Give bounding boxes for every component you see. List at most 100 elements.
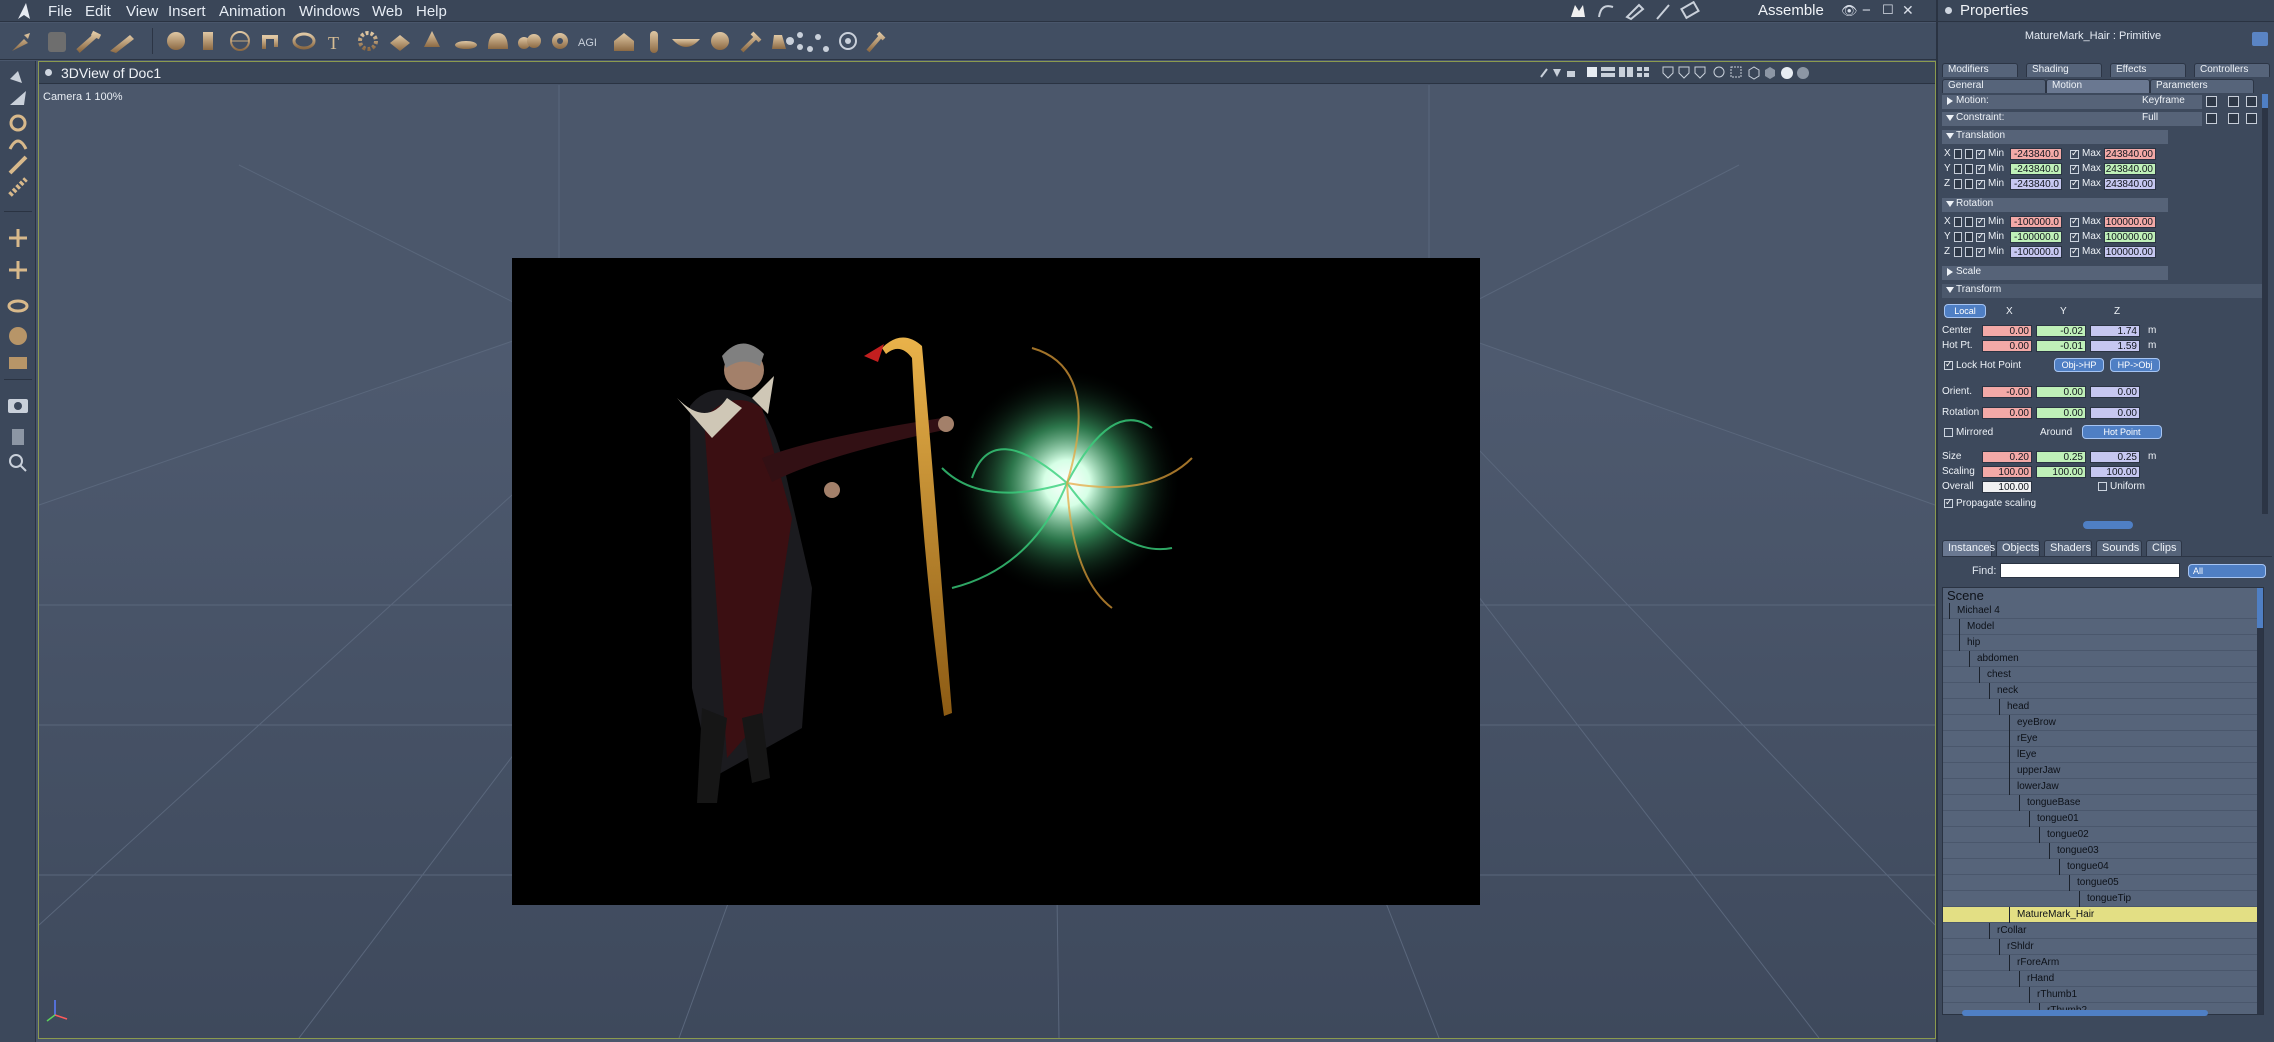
text-icon[interactable]: T — [328, 33, 339, 53]
gear-icon[interactable] — [358, 31, 378, 51]
tree-node[interactable]: hip — [1943, 635, 2263, 651]
house-icon[interactable] — [614, 33, 634, 51]
lock-hotpoint-checkbox[interactable] — [1944, 359, 1953, 370]
shield-icon[interactable] — [1662, 66, 1674, 79]
hotpoint-x-field[interactable]: 0.00 — [1982, 340, 2032, 352]
wand-icon[interactable] — [1540, 68, 1548, 78]
tree-icon[interactable] — [424, 31, 440, 47]
size-x-field[interactable]: 0.20 — [1982, 451, 2032, 463]
lock-icon[interactable] — [1954, 149, 1962, 159]
network-icon[interactable] — [807, 34, 829, 52]
menu-edit[interactable]: Edit — [85, 3, 111, 20]
compass-icon[interactable] — [1713, 66, 1725, 78]
hand-tool-icon[interactable] — [772, 35, 786, 49]
pencil-room-icon[interactable] — [1625, 3, 1645, 21]
pipe-icon[interactable] — [262, 35, 278, 49]
tree-node[interactable]: neck — [1943, 683, 2263, 699]
max-checkbox[interactable] — [2070, 246, 2079, 257]
hammer-icon[interactable] — [740, 31, 762, 53]
tab-general[interactable]: General — [1942, 79, 2046, 93]
lock-icon[interactable] — [1954, 247, 1962, 257]
tree-node[interactable]: rForeArm — [1943, 955, 2263, 971]
shaded-sphere-icon[interactable] — [1781, 67, 1793, 79]
menu-animation[interactable]: Animation — [219, 3, 286, 20]
grab-tool-icon[interactable] — [48, 32, 66, 52]
tree-node[interactable]: abdomen — [1943, 651, 2263, 667]
camera-label[interactable]: Camera 1 100% — [43, 91, 123, 103]
menu-web[interactable]: Web — [372, 3, 403, 20]
twist-tool-icon[interactable] — [8, 139, 28, 150]
tab-instances[interactable]: Instances — [1942, 540, 1995, 556]
orient-x-field[interactable]: -0.00 — [1982, 386, 2032, 398]
wrench-tool-icon[interactable] — [76, 30, 102, 53]
tab-shaders[interactable]: Shaders — [2044, 540, 2092, 556]
tree-hscroll-thumb[interactable] — [1962, 1010, 2208, 1016]
visibility-icon[interactable] — [1965, 217, 1973, 227]
menu-file[interactable]: File — [48, 3, 72, 20]
bowl-icon[interactable] — [672, 39, 700, 47]
max-checkbox[interactable] — [2070, 148, 2079, 159]
scale-section[interactable]: Scale — [1942, 266, 2168, 280]
motion-options-icon[interactable] — [2206, 96, 2217, 107]
layers-icon[interactable] — [9, 357, 27, 369]
move-tool-icon[interactable] — [10, 91, 26, 105]
tree-node[interactable]: tongue01 — [1943, 811, 2263, 827]
brush-room-icon[interactable] — [1656, 4, 1670, 20]
ruler-room-icon[interactable] — [1680, 1, 1700, 20]
cylinder-primitive-icon[interactable] — [203, 32, 213, 50]
max-checkbox[interactable] — [2070, 163, 2079, 174]
orient-z-field[interactable]: 0.00 — [2090, 386, 2140, 398]
around-select[interactable]: Hot Point — [2082, 425, 2162, 439]
dish-icon[interactable] — [455, 41, 477, 49]
tab-shading[interactable]: Shading — [2026, 63, 2102, 77]
max-field[interactable]: 243840.00 — [2104, 148, 2156, 160]
tab-parameters[interactable]: Parameters — [2150, 79, 2254, 93]
splitter-handle[interactable] — [2083, 521, 2133, 529]
capsule-icon[interactable] — [650, 31, 658, 53]
visibility-icon[interactable] — [1965, 149, 1973, 159]
cube-icon[interactable] — [1748, 66, 1760, 80]
shield-icon-2[interactable] — [1678, 66, 1690, 79]
cogwheel-icon[interactable] — [552, 33, 568, 49]
hotpoint-z-field[interactable]: 1.59 — [2090, 340, 2140, 352]
visibility-icon[interactable] — [1965, 179, 1973, 189]
max-checkbox[interactable] — [2070, 216, 2079, 227]
max-checkbox[interactable] — [2070, 231, 2079, 242]
translate-xz-icon[interactable] — [9, 261, 27, 279]
sphere-primitive-icon[interactable] — [167, 32, 185, 50]
space-select[interactable]: Local — [1944, 304, 1986, 318]
scene-root[interactable]: Scene — [1943, 588, 2263, 603]
max-field[interactable]: 100000.00 — [2104, 246, 2156, 258]
constraint-lock-icon[interactable] — [2246, 113, 2257, 124]
min-checkbox[interactable] — [1976, 163, 1985, 174]
tree-node[interactable]: eyeBrow — [1943, 715, 2263, 731]
zoom-icon[interactable] — [9, 454, 27, 472]
tree-node[interactable]: Model — [1943, 619, 2263, 635]
propagate-checkbox[interactable] — [1944, 497, 1953, 508]
rotation-x-field[interactable]: 0.00 — [1982, 407, 2032, 419]
tree-node[interactable]: Michael 4 — [1943, 603, 2263, 619]
motion-value[interactable]: Keyframe — [2142, 95, 2185, 106]
uniform-checkbox[interactable] — [2098, 482, 2107, 491]
motion-key-icon[interactable] — [2228, 96, 2239, 107]
minimize-icon[interactable]: − — [1862, 2, 1871, 19]
hotpoint-y-field[interactable]: -0.01 — [2036, 340, 2086, 352]
eye-icon[interactable]: 👁 — [1841, 3, 1858, 19]
split-v-icon[interactable] — [1619, 67, 1633, 77]
rotation-y-field[interactable]: 0.00 — [2036, 407, 2086, 419]
min-checkbox[interactable] — [1976, 231, 1985, 242]
tree-node[interactable]: tongue05 — [1943, 875, 2263, 891]
min-checkbox[interactable] — [1976, 246, 1985, 257]
find-input[interactable] — [2000, 563, 2180, 578]
min-field[interactable]: -100000.0 — [2010, 216, 2062, 228]
constraint-key-icon[interactable] — [2228, 113, 2239, 124]
pan-hand-icon[interactable] — [12, 429, 24, 445]
scale-tool-icon[interactable] — [8, 177, 28, 197]
constraint-row[interactable]: Constraint: Full — [1942, 112, 2202, 126]
tree-node[interactable]: lowerJaw — [1943, 779, 2263, 795]
hook-room-icon[interactable] — [1598, 5, 1614, 18]
size-y-field[interactable]: 0.25 — [2036, 451, 2086, 463]
properties-scroll-thumb[interactable] — [2262, 94, 2268, 108]
tree-node[interactable]: tongue04 — [1943, 859, 2263, 875]
lock-icon[interactable] — [1567, 71, 1575, 77]
